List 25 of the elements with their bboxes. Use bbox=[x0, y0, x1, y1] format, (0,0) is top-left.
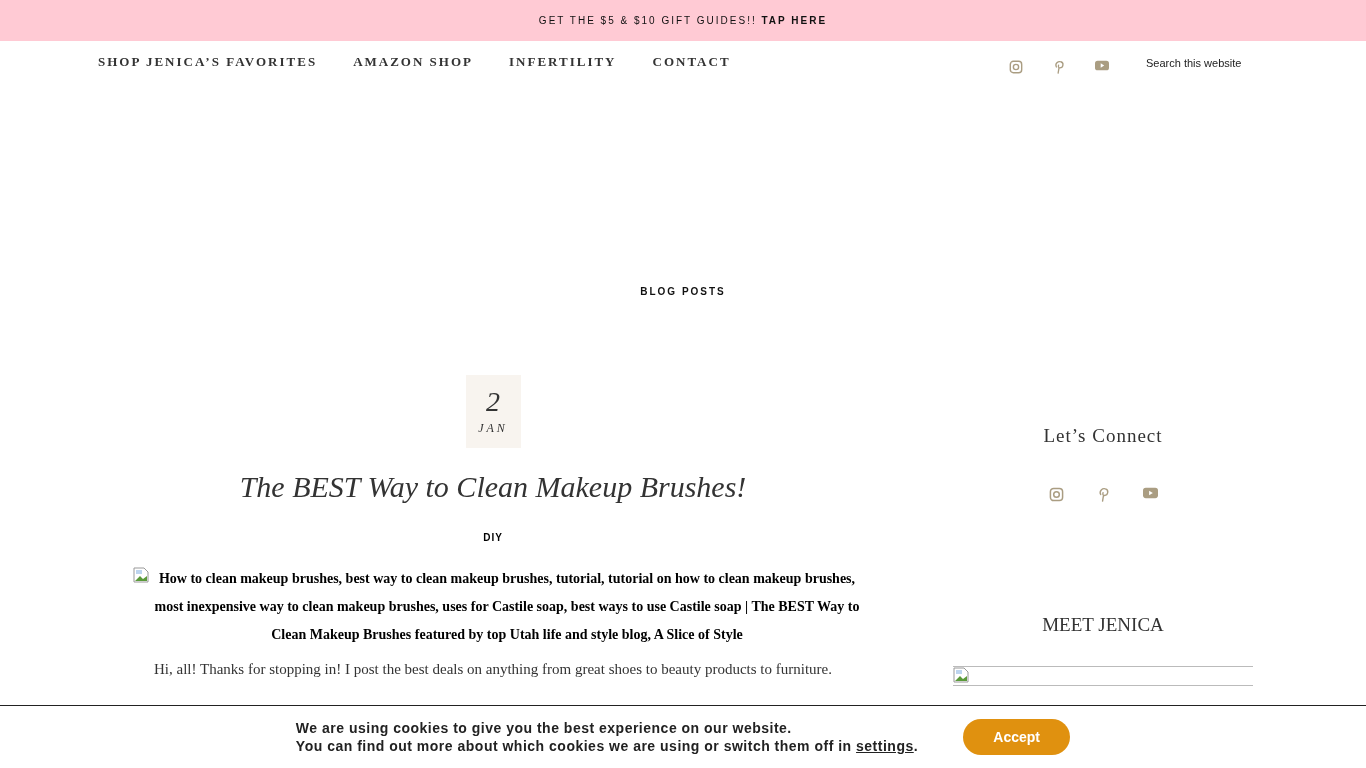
sidebar-heading: MEET JENICA bbox=[1042, 614, 1164, 636]
promo-banner[interactable]: GET THE $5 & $10 GIFT GUIDES!! TAP HERE bbox=[0, 0, 1366, 41]
section-heading: BLOG POSTS bbox=[640, 286, 726, 297]
nav-link[interactable]: INFERTILITY bbox=[509, 54, 617, 70]
post-title[interactable]: The BEST Way to Clean Makeup Brushes! bbox=[239, 470, 747, 504]
instagram-icon[interactable] bbox=[1009, 60, 1023, 74]
youtube-icon[interactable] bbox=[1142, 487, 1158, 499]
nav-link[interactable]: AMAZON SHOP bbox=[353, 54, 473, 70]
image-alt-text: How to clean makeup brushes, best way to clean makeup brushes, tutorial, tutorial on how to clean makeup brushes, most inexpensive way to clean makeup brushes, uses for Castile soap, best ways to use Castile soap | The BEST Way to Clean Makeup Brushes featured by top Utah life and style blog, A Slice of Style bbox=[153, 570, 861, 644]
cookie-message: You can find out more about which cookies we are using or switch them off in settings. bbox=[295, 737, 919, 755]
pinterest-icon[interactable] bbox=[1052, 60, 1066, 74]
nav-link[interactable]: SHOP JENICA’S FAVORITES bbox=[98, 54, 318, 70]
date-day: 2 bbox=[486, 386, 500, 418]
settings-link[interactable]: settings bbox=[856, 738, 914, 754]
youtube-icon[interactable] bbox=[1095, 60, 1109, 71]
broken-image-icon bbox=[953, 667, 969, 683]
cookie-message: We are using cookies to give you the best experience on our website. bbox=[295, 719, 792, 737]
sidebar-heading: Let’s Connect bbox=[1043, 425, 1163, 447]
nav-link[interactable]: CONTACT bbox=[652, 54, 731, 70]
broken-image-icon bbox=[132, 567, 149, 583]
date-month: JAN bbox=[478, 421, 508, 437]
post-excerpt: Hi, all! Thanks for stopping in! I post the best deals on anything from great shoes to beauty products to furniture. bbox=[154, 661, 832, 678]
instagram-icon[interactable] bbox=[1048, 487, 1064, 502]
category-link[interactable]: DIY bbox=[483, 532, 503, 543]
promo-text[interactable]: GET THE $5 & $10 GIFT GUIDES!! TAP HERE bbox=[538, 15, 828, 26]
